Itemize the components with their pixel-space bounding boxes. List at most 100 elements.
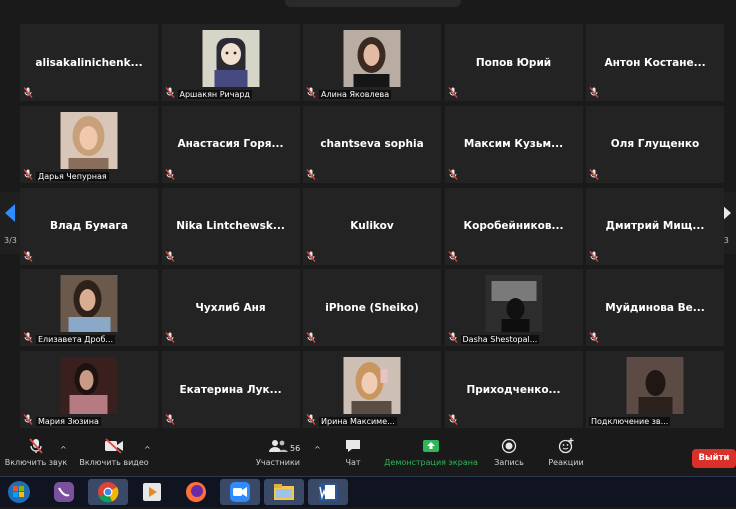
muted-mic-icon: [447, 87, 458, 98]
participant-name: alisakalinichenk...: [35, 56, 143, 69]
participant-name: Nika Lintchewsk...: [176, 220, 285, 232]
muted-mic-icon: [164, 250, 175, 262]
word-icon[interactable]: [308, 479, 348, 505]
participant-tile[interactable]: Nika Lintchewsk...: [161, 187, 300, 265]
participant-name: Екатерина Лук...: [179, 383, 282, 396]
participant-name-label: Аршакян Ричард: [177, 90, 252, 99]
participant-name: Kulikov: [350, 220, 394, 232]
participant-tile[interactable]: Приходченко...: [444, 351, 583, 428]
muted-mic-icon: [589, 87, 599, 98]
muted-mic-icon: [23, 87, 33, 98]
participants-options-caret[interactable]: ^: [314, 445, 321, 454]
windows-start-icon[interactable]: [2, 479, 36, 505]
participant-tile[interactable]: alisakalinichenk...: [20, 24, 158, 101]
participant-name-label: Мария Зюзина: [36, 417, 101, 426]
muted-mic-icon: [306, 168, 316, 180]
muted-mic-icon: [589, 332, 599, 344]
participant-name-label: Алина Яковлева: [319, 90, 392, 99]
participant-tile[interactable]: Dasha Shestopal...: [444, 269, 583, 347]
muted-mic-icon: [447, 414, 458, 425]
muted-mic-icon: [447, 332, 458, 344]
participant-name: Дмитрий Мищ...: [605, 220, 705, 232]
participant-tile[interactable]: Подключение зв...: [586, 351, 724, 428]
participant-video: [202, 30, 259, 87]
participant-video: [343, 357, 401, 414]
unmute-button[interactable]: Включить звук: [4, 437, 68, 467]
start-video-button[interactable]: Включить видео: [78, 437, 150, 467]
participant-tile[interactable]: Дарья Чепурная: [20, 105, 158, 183]
share-screen-icon: [423, 440, 439, 452]
muted-mic-icon: [23, 414, 33, 425]
top-meeting-info-tab[interactable]: [285, 0, 461, 7]
participant-gallery: alisakalinichenk... Аршакян Ричард Алина Я…: [20, 24, 724, 428]
chat-icon: [346, 440, 360, 452]
participant-name-label: Дарья Чепурная: [36, 171, 109, 181]
participant-tile[interactable]: Оля Глущенко: [586, 105, 724, 183]
participant-tile[interactable]: Чухлиб Аня: [161, 269, 300, 347]
muted-mic-icon: [589, 168, 599, 180]
participant-tile[interactable]: Kulikov: [303, 187, 441, 265]
video-options-caret[interactable]: ^: [144, 445, 151, 454]
audio-options-caret[interactable]: ^: [60, 445, 67, 454]
participant-video: [60, 275, 118, 333]
prev-page-button[interactable]: 3/3: [0, 192, 22, 254]
participant-tile[interactable]: Дмитрий Мищ...: [586, 187, 724, 265]
participant-tile[interactable]: Мария Зюзина: [20, 351, 158, 428]
share-screen-button[interactable]: Демонстрация экрана: [384, 437, 478, 467]
participant-tile[interactable]: Аршакян Ричард: [161, 24, 300, 101]
participant-tile[interactable]: Влад Бумага: [20, 187, 158, 265]
participant-tile[interactable]: Екатерина Лук...: [161, 351, 300, 428]
participant-name: chantseva sophia: [320, 138, 424, 151]
participant-name: Антон Костане...: [604, 56, 706, 69]
participant-video: [60, 357, 118, 414]
media-player-icon[interactable]: [132, 479, 172, 505]
muted-mic-icon: [164, 332, 175, 344]
meeting-toolbar: Включить звук ^ Включить видео ^ Участни…: [0, 433, 736, 476]
participant-name-label: Dasha Shestopal...: [460, 335, 540, 345]
participant-name: Попов Юрий: [475, 56, 552, 69]
viber-icon[interactable]: [44, 479, 84, 505]
participant-tile[interactable]: chantseva sophia: [303, 105, 441, 183]
zoom-icon[interactable]: [220, 479, 260, 505]
participant-name: Приходченко...: [466, 383, 561, 396]
firefox-icon[interactable]: [176, 479, 216, 505]
participant-tile[interactable]: Муйдинова Ве...: [586, 269, 724, 347]
muted-mic-icon: [306, 87, 316, 98]
muted-mic-icon: [164, 87, 175, 98]
mic-muted-icon: [29, 438, 43, 454]
participant-tile[interactable]: Попов Юрий: [444, 24, 583, 101]
unmute-label: Включить звук: [4, 458, 68, 467]
participant-name: Максим Кузьм...: [463, 138, 564, 151]
participant-tile[interactable]: Елизавета Дроб...: [20, 269, 158, 347]
participant-tile[interactable]: Антон Костане...: [586, 24, 724, 101]
participant-video: [60, 111, 118, 169]
participant-tile[interactable]: Максим Кузьм...: [444, 105, 583, 183]
leave-meeting-button[interactable]: Выйти: [692, 449, 736, 468]
muted-mic-icon: [164, 168, 175, 180]
page-indicator-left: 3/3: [4, 236, 17, 245]
chat-button[interactable]: Чат: [336, 437, 370, 467]
muted-mic-icon: [447, 168, 458, 180]
participants-icon: [269, 440, 288, 452]
chrome-icon[interactable]: [88, 479, 128, 505]
file-explorer-icon[interactable]: [264, 479, 304, 505]
muted-mic-icon: [589, 250, 599, 262]
start-video-label: Включить видео: [79, 458, 149, 467]
reactions-button[interactable]: Реакции: [546, 437, 586, 467]
participant-tile[interactable]: Алина Яковлева: [303, 24, 441, 101]
muted-mic-icon: [306, 414, 316, 425]
muted-mic-icon: [23, 332, 33, 344]
participant-tile[interactable]: Коробейников...: [444, 187, 583, 265]
participant-name-label: Ирина Максиме...: [319, 417, 397, 426]
share-screen-label: Демонстрация экрана: [384, 458, 478, 467]
muted-mic-icon: [447, 250, 458, 262]
participant-tile[interactable]: Ирина Максиме...: [303, 351, 441, 428]
chat-label: Чат: [345, 458, 361, 467]
record-button[interactable]: Запись: [490, 437, 528, 467]
participant-tile[interactable]: Анастасия Горя...: [161, 105, 300, 183]
participant-name: Влад Бумага: [49, 220, 128, 232]
participant-name: Чухлиб Аня: [195, 301, 266, 314]
participant-video: [626, 357, 684, 414]
participant-tile[interactable]: iPhone (Sheiko): [303, 269, 441, 347]
participants-label: Участники: [255, 458, 301, 467]
